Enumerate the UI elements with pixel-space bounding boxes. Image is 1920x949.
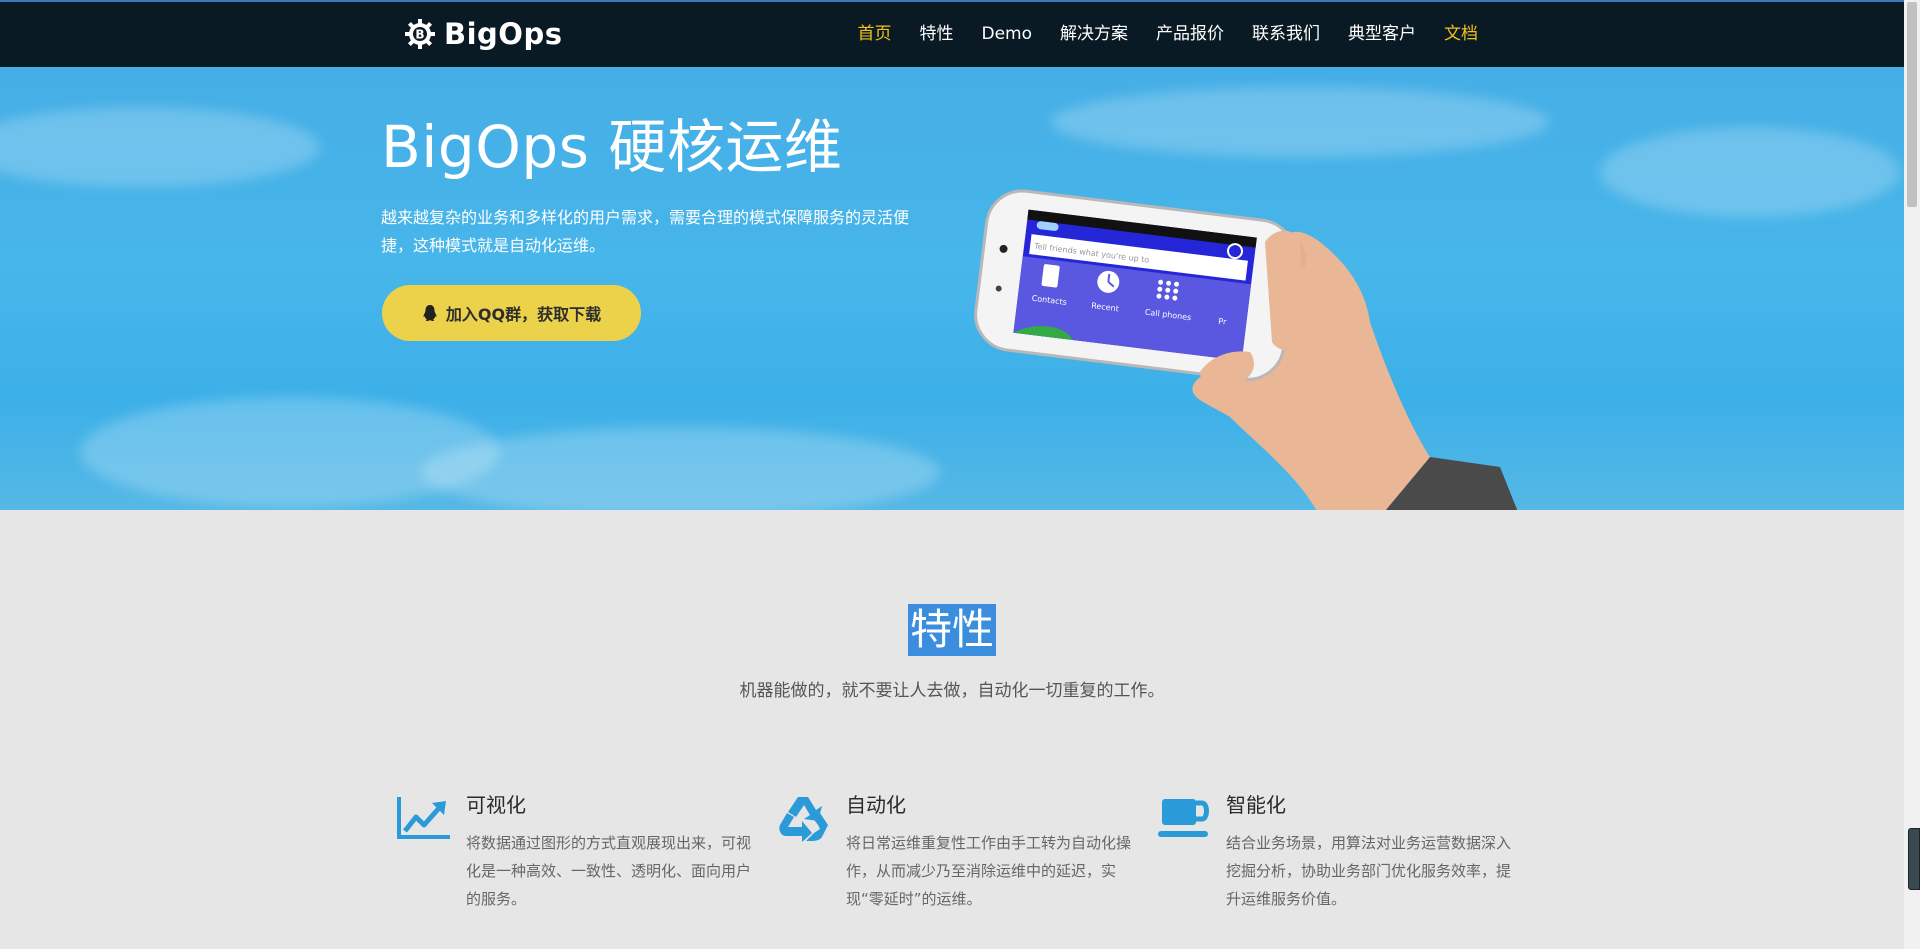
features-subtitle: 机器能做的，就不要让人去做，自动化一切重复的工作。 [739,681,1165,701]
scrollbar-thumb[interactable] [1907,2,1917,207]
nav-home[interactable]: 首页 [843,2,905,67]
nav-solutions[interactable]: 解决方案 [1046,2,1142,67]
join-qq-group-button[interactable]: 加入QQ群，获取下载 [382,285,641,341]
line-chart-icon [397,797,450,839]
features-title: 特性 [907,604,996,656]
recycle-icon [779,797,828,842]
coffee-cup-icon [1158,799,1209,837]
hero-description: 越来越复杂的业务和多样化的用户需求，需要合理的模式保障服务的灵活便捷，这种模式就… [381,208,910,255]
feature-title: 可视化 [466,793,526,817]
feature-intelligence: 智能化 结合业务场景，用算法对业务运营数据深入挖掘分析，协助业务部门优化服务效率… [1156,789,1516,919]
gear-b-logo-icon: B [405,19,435,49]
feature-text: 将日常运维重复性工作由手工转为自动化操作，从而减少乃至消除运维中的延迟，实现“零… [846,834,1132,908]
floating-side-widget[interactable] [1908,828,1920,890]
nav-demo[interactable]: Demo [967,2,1046,67]
feature-text: 将数据通过图形的方式直观展现出来，可视化是一种高效、一致性、透明化、面向用户的服… [466,834,752,908]
nav-features[interactable]: 特性 [905,2,967,67]
page-scrollbar[interactable] [1904,0,1920,949]
hero-banner: BigOps 硬核运维 越来越复杂的业务和多样化的用户需求，需要合理的模式保障服… [0,67,1904,510]
svg-text:B: B [415,28,424,42]
hero-title: BigOps 硬核运维 [381,113,843,181]
feature-text: 结合业务场景，用算法对业务运营数据深入挖掘分析，协助业务部门优化服务效率，提升运… [1226,834,1512,908]
qq-penguin-icon [423,305,437,321]
hand-holding-phone-illustration: Tell friends what you're up to Contacts … [974,189,1518,510]
cloud-decoration [1050,87,1550,157]
nav-customers[interactable]: 典型客户 [1334,2,1430,67]
features-heading-wrap: 特性 [0,604,1904,656]
nav-contact[interactable]: 联系我们 [1238,2,1334,67]
brand-name: BigOps [444,17,563,51]
brand-logo[interactable]: B BigOps [404,14,562,54]
cloud-decoration [420,427,940,510]
feature-title: 智能化 [1226,793,1286,817]
nav-docs[interactable]: 文档 [1430,2,1492,67]
cloud-decoration [1600,127,1900,217]
cta-label: 加入QQ群，获取下载 [445,305,602,324]
feature-title: 自动化 [846,793,906,817]
main-nav: 首页 特性 Demo 解决方案 产品报价 联系我们 典型客户 文档 [843,2,1492,67]
feature-automation: 自动化 将日常运维重复性工作由手工转为自动化操作，从而减少乃至消除运维中的延迟，… [776,789,1136,919]
cloud-decoration [0,107,320,187]
feature-visualization: 可视化 将数据通过图形的方式直观展现出来，可视化是一种高效、一致性、透明化、面向… [396,789,756,919]
cloud-decoration [80,397,500,507]
top-navbar: B BigOps 首页 特性 Demo 解决方案 产品报价 联系我们 典型客户 … [0,0,1904,67]
nav-pricing[interactable]: 产品报价 [1142,2,1238,67]
